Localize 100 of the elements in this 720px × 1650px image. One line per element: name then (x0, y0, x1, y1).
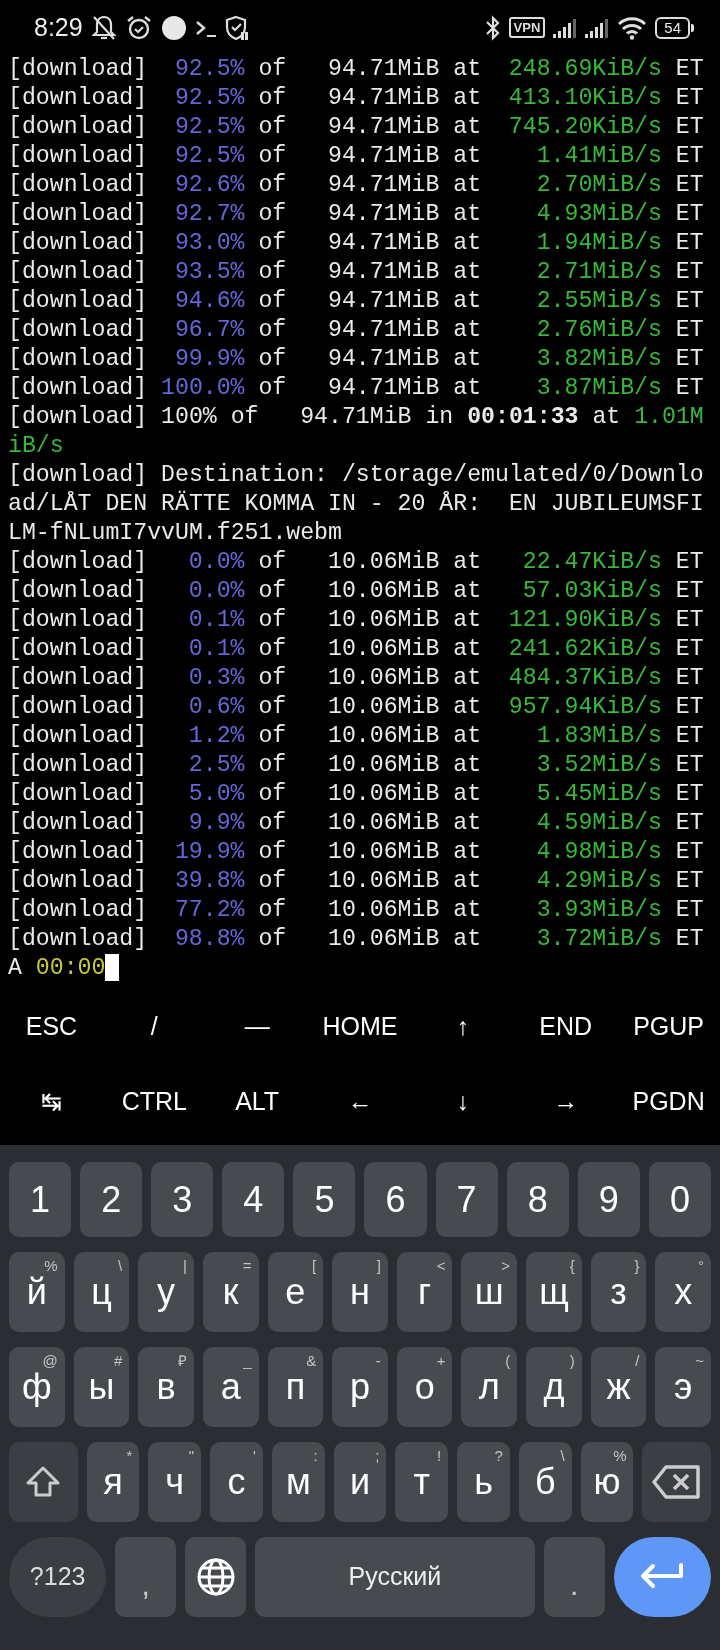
keyboard-key[interactable]: и ; (333, 1442, 387, 1522)
keyboard-key[interactable]: с ' (210, 1442, 263, 1522)
extra-key[interactable]: ↓ (411, 1064, 515, 1139)
keyboard-key[interactable]: 7 (435, 1162, 498, 1237)
keyboard-key[interactable]: 6 (364, 1162, 427, 1237)
key-hint: ) (569, 1353, 575, 1368)
key-hint: ; (375, 1448, 380, 1463)
globe-icon (195, 1557, 236, 1597)
extra-key[interactable]: — (205, 989, 309, 1064)
circle-icon (160, 14, 187, 41)
terminal-line: A 00:00 (8, 954, 106, 983)
keyboard-key[interactable]: ь ? (457, 1442, 510, 1522)
extra-key[interactable]: HOME (308, 989, 412, 1064)
extra-key[interactable]: ALT (205, 1064, 309, 1139)
terminal-line: [download] 99.9% of 94.71MiB at 3.82MiB/s ET (8, 345, 705, 374)
symbols-key[interactable]: ?123 (9, 1537, 107, 1617)
extra-key[interactable]: / (102, 989, 206, 1064)
key-hint: \ (118, 1258, 123, 1273)
extra-key[interactable]: → (514, 1064, 618, 1139)
extra-key[interactable]: ↹ (0, 1064, 103, 1139)
keyboard-key[interactable]: о + (396, 1347, 453, 1427)
backspace-key[interactable] (642, 1442, 712, 1522)
terminal-line: [download] 1.2% of 10.06MiB at 1.83MiB/s ET (8, 722, 705, 751)
extra-key[interactable]: ESC (0, 989, 103, 1064)
terminal-line: [download] 92.5% of 94.71MiB at 745.20KiB/s ET (8, 113, 705, 142)
extra-key[interactable]: PGUP (617, 989, 720, 1064)
terminal-line: [download] 93.0% of 94.71MiB at 1.94MiB/s ET (8, 229, 705, 258)
space-bar[interactable]: Русский (255, 1537, 535, 1617)
key-hint: > (501, 1258, 511, 1273)
keyboard-key[interactable]: ф @ (9, 1347, 65, 1427)
terminal-line: [download] 19.9% of 10.06MiB at 4.98MiB/s ET (8, 838, 705, 867)
keyboard-key[interactable]: в ₽ (138, 1347, 194, 1427)
keyboard-key[interactable]: щ { (526, 1252, 582, 1332)
key-hint: = (242, 1258, 252, 1273)
keyboard-key[interactable]: 2 (80, 1162, 143, 1237)
terminal-line: [download] 92.5% of 94.71MiB at 413.10KiB/s ET (8, 84, 705, 113)
keyboard-key[interactable]: л ( (461, 1347, 518, 1427)
keyboard-key[interactable]: й % (9, 1252, 65, 1332)
keyboard-key[interactable]: 1 (9, 1162, 72, 1237)
terminal-line: [download] 94.6% of 94.71MiB at 2.55MiB/s ET (8, 287, 705, 316)
keyboard-key[interactable]: ц \ (73, 1252, 130, 1332)
language-key[interactable] (185, 1537, 246, 1617)
extra-key[interactable]: CTRL (102, 1064, 206, 1139)
key-hint: & (306, 1353, 317, 1368)
keyboard-key[interactable]: 9 (577, 1162, 640, 1237)
keyboard-key[interactable]: т ! (395, 1442, 449, 1522)
terminal-line: [download] 100% of 94.71MiB in 00:01:33 at 1.01MiB/s (8, 403, 705, 461)
keyboard-key[interactable]: г < (396, 1252, 453, 1332)
signal-icon (585, 17, 610, 38)
key-hint: | (183, 1258, 187, 1273)
shift-key[interactable] (9, 1442, 78, 1522)
shield-icon (224, 14, 249, 41)
bluetooth-icon (484, 14, 501, 41)
keyboard-key[interactable]: 5 (293, 1162, 356, 1237)
keyboard-key[interactable]: ж / (590, 1347, 647, 1427)
keyboard-key[interactable]: н ] (332, 1252, 388, 1332)
keyboard-key[interactable]: 3 (151, 1162, 214, 1237)
key-hint: # (113, 1353, 123, 1368)
keyboard-key[interactable]: я * (86, 1442, 140, 1522)
key-hint: [ (312, 1258, 317, 1273)
keyboard-key[interactable]: , (115, 1537, 177, 1617)
keyboard-key[interactable]: у | (138, 1252, 194, 1332)
keyboard-key[interactable]: 8 (506, 1162, 569, 1237)
keyboard-key[interactable]: д ) (526, 1347, 582, 1427)
key-hint: ! (437, 1448, 442, 1463)
keyboard-key[interactable]: б \ (518, 1442, 572, 1522)
extra-key[interactable]: ← (308, 1064, 412, 1139)
terminal-line: [download] 5.0% of 10.06MiB at 5.45MiB/s ET (8, 780, 705, 809)
keyboard-key[interactable]: 4 (222, 1162, 285, 1237)
keyboard-key[interactable]: з } (590, 1252, 647, 1332)
keyboard-key[interactable]: . (543, 1537, 605, 1617)
keyboard-key[interactable]: ы # (73, 1347, 130, 1427)
key-hint: { (569, 1258, 575, 1273)
keyboard-key[interactable]: р - (332, 1347, 388, 1427)
keyboard-key[interactable]: п & (267, 1347, 324, 1427)
extra-key[interactable]: END (514, 989, 618, 1064)
key-hint: \ (560, 1448, 565, 1463)
keyboard-key[interactable]: м : (271, 1442, 325, 1522)
terminal-line: [download] 0.0% of 10.06MiB at 57.03KiB/s ET (8, 577, 705, 606)
terminal-line: [download] 92.7% of 94.71MiB at 4.93MiB/s ET (8, 200, 705, 229)
keyboard-key[interactable]: к = (202, 1252, 259, 1332)
terminal-line: [download] 96.7% of 94.71MiB at 2.76MiB/s ET (8, 316, 705, 345)
clock-time: 8:29 (34, 11, 83, 43)
keyboard-key[interactable]: 0 (648, 1162, 711, 1237)
keyboard-key[interactable]: х ° (655, 1252, 712, 1332)
keyboard-key[interactable]: е [ (267, 1252, 324, 1332)
key-hint: ] (376, 1258, 381, 1273)
vpn-indicator: VPN (508, 17, 546, 38)
keyboard-key[interactable]: а _ (202, 1347, 259, 1427)
terminal-line: [download] 0.0% of 10.06MiB at 22.47KiB/s ET (8, 548, 705, 577)
extra-key[interactable]: PGDN (617, 1064, 720, 1139)
keyboard-key[interactable]: э ~ (655, 1347, 712, 1427)
extra-key[interactable]: ↑ (411, 989, 515, 1064)
signal-icon (553, 17, 578, 38)
key-hint: * (126, 1448, 133, 1463)
keyboard-key[interactable]: ч " (148, 1442, 202, 1522)
key-hint: ° (698, 1258, 705, 1273)
keyboard-key[interactable]: ю % (580, 1442, 634, 1522)
key-hint: / (635, 1353, 640, 1368)
keyboard-key[interactable]: ш > (461, 1252, 518, 1332)
